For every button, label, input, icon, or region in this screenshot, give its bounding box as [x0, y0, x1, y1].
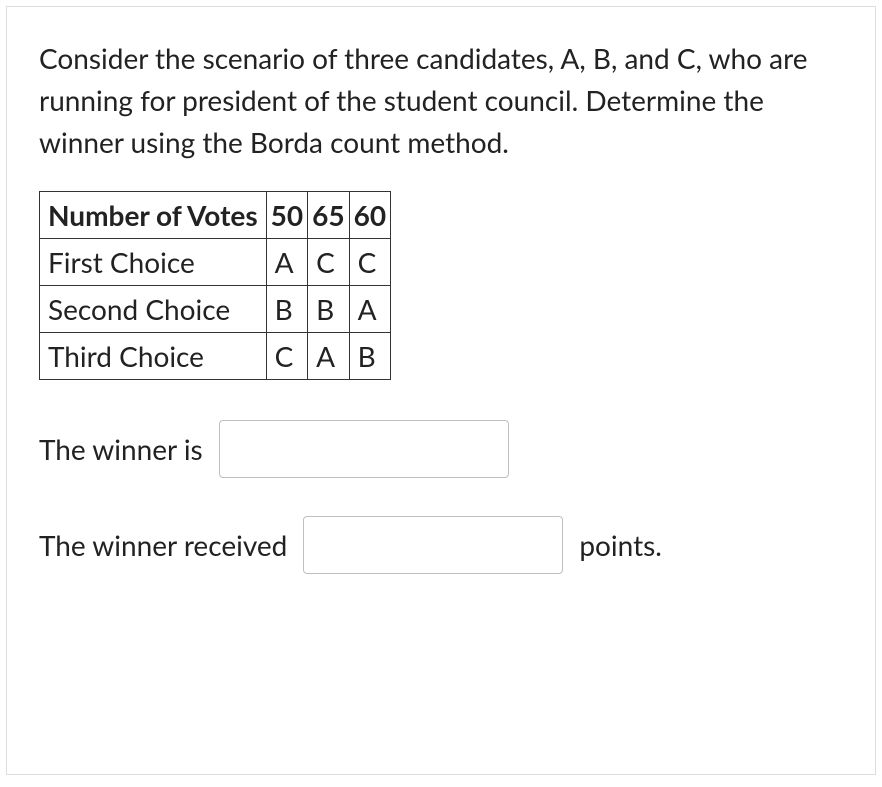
points-after-label: points. [579, 528, 662, 562]
cell: C [349, 239, 390, 286]
cell: B [349, 333, 390, 380]
table-row: Second Choice B B A [40, 286, 391, 333]
table-row: Third Choice C A B [40, 333, 391, 380]
question-text: Consider the scenario of three candidate… [39, 37, 843, 163]
row-label: Third Choice [40, 333, 267, 380]
cell: C [266, 333, 307, 380]
question-container: Consider the scenario of three candidate… [6, 6, 876, 775]
row-label: First Choice [40, 239, 267, 286]
points-input[interactable] [303, 516, 563, 574]
cell: A [266, 239, 307, 286]
points-row: The winner received points. [39, 516, 843, 574]
table-row: Number of Votes 50 65 60 [40, 192, 391, 239]
cell: B [266, 286, 307, 333]
header-label: Number of Votes [40, 192, 267, 239]
points-label: The winner received [39, 528, 287, 562]
header-col-3: 60 [349, 192, 390, 239]
table-row: First Choice A C C [40, 239, 391, 286]
cell: A [349, 286, 390, 333]
preference-table: Number of Votes 50 65 60 First Choice A … [39, 191, 391, 380]
winner-label: The winner is [39, 432, 203, 466]
cell: B [308, 286, 349, 333]
cell: C [308, 239, 349, 286]
cell: A [308, 333, 349, 380]
winner-input[interactable] [219, 420, 509, 478]
winner-row: The winner is [39, 420, 843, 478]
row-label: Second Choice [40, 286, 267, 333]
header-col-2: 65 [308, 192, 349, 239]
header-col-1: 50 [266, 192, 307, 239]
